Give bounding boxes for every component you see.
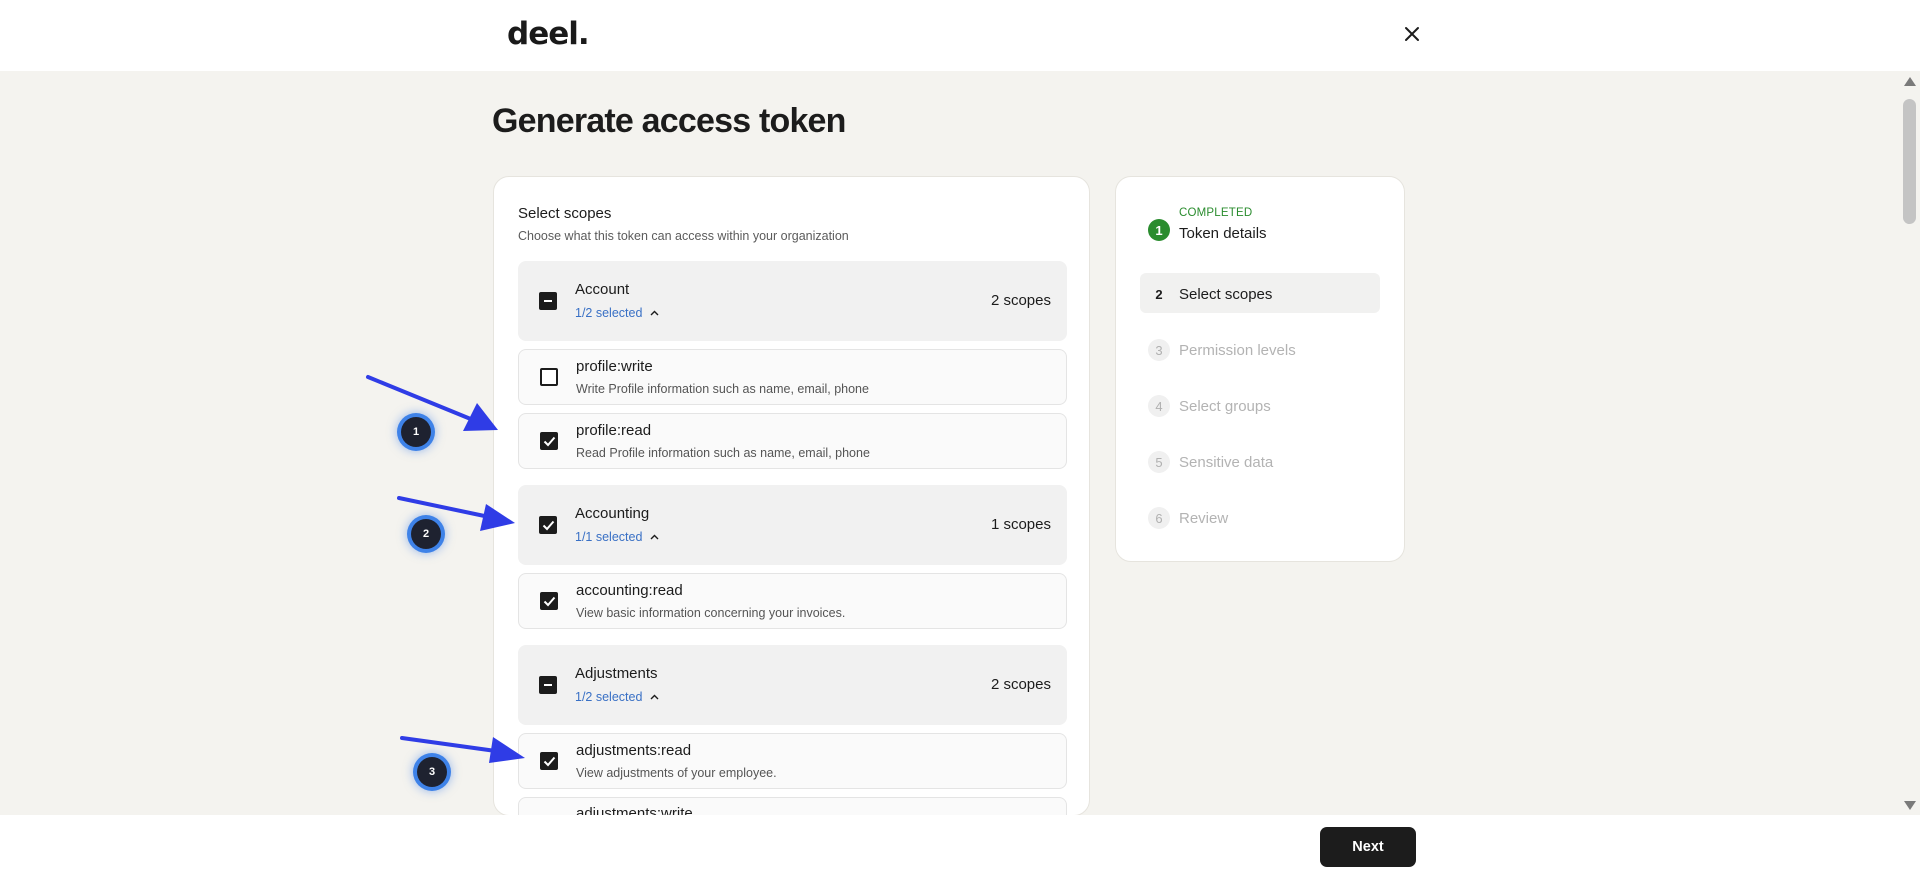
deel-logo[interactable]: deel. [507, 16, 590, 52]
step-number: 5 [1148, 451, 1170, 473]
annotation-badge-2: 2 [411, 519, 441, 549]
check-icon [543, 596, 555, 606]
step-permission-levels: 3 Permission levels [1140, 329, 1380, 369]
step-number: 2 [1155, 286, 1163, 302]
step-label: Token details [1179, 225, 1267, 242]
step-sensitive-data: 5 Sensitive data [1140, 441, 1380, 481]
group-checkbox[interactable] [539, 292, 557, 310]
scope-group-account[interactable]: Account 1/2 selected 2 scopes [518, 261, 1067, 341]
close-button[interactable] [1398, 20, 1426, 48]
group-scope-count: 2 scopes [990, 292, 1051, 309]
step-number: 1 [1148, 219, 1170, 241]
scope-description: View basic information concerning your i… [576, 606, 846, 620]
step-number: 3 [1148, 339, 1170, 361]
group-scope-count: 1 scopes [990, 516, 1051, 533]
group-name: Account [575, 281, 630, 298]
check-icon [542, 520, 554, 530]
scope-description: View adjustments of your employee. [576, 766, 777, 780]
scopes-card: Select scopes Choose what this token can… [493, 176, 1090, 816]
step-label: Sensitive data [1179, 454, 1274, 471]
step-status: COMPLETED [1179, 207, 1253, 219]
scope-description: Write Profile information such as name, … [576, 382, 869, 396]
page-title: Generate access token [492, 102, 846, 140]
step-label: Select groups [1179, 398, 1271, 415]
annotation-badge-3: 3 [417, 757, 447, 787]
steps-card: 1 COMPLETED Token details 2 Select scope… [1115, 176, 1405, 562]
page-scrollbar[interactable] [1899, 71, 1920, 815]
minus-icon [544, 684, 552, 686]
check-icon [543, 756, 555, 766]
group-selected-toggle[interactable]: 1/2 selected [575, 306, 659, 320]
step-number: 4 [1148, 395, 1170, 417]
scope-checkbox[interactable] [540, 592, 558, 610]
scope-group-accounting[interactable]: Accounting 1/1 selected 1 scopes [518, 485, 1067, 565]
step-label: Permission levels [1179, 342, 1296, 359]
annotation-arrow-1 [366, 375, 498, 431]
scope-name: adjustments:read [576, 742, 692, 759]
step-review: 6 Review [1140, 497, 1380, 537]
scroll-up-arrow-icon[interactable] [1904, 77, 1916, 86]
scopes-card-title: Select scopes [518, 205, 612, 222]
scope-item-adjustments-write[interactable]: adjustments:write [518, 797, 1067, 815]
scope-item-profile-read[interactable]: profile:read Read Profile information su… [518, 413, 1067, 469]
scroll-thumb[interactable] [1903, 99, 1916, 224]
group-name: Accounting [575, 505, 650, 522]
top-bar: deel. [0, 0, 1920, 71]
scope-name: profile:read [576, 422, 652, 439]
group-name: Adjustments [575, 665, 658, 682]
scope-item-adjustments-read[interactable]: adjustments:read View adjustments of you… [518, 733, 1067, 789]
step-token-details[interactable]: 1 COMPLETED Token details [1140, 207, 1380, 255]
step-select-groups: 4 Select groups [1140, 385, 1380, 425]
scope-checkbox[interactable] [540, 368, 558, 386]
next-button[interactable]: Next [1320, 827, 1416, 867]
chevron-up-icon [650, 534, 659, 540]
step-label: Select scopes [1179, 286, 1273, 303]
scope-description: Read Profile information such as name, e… [576, 446, 870, 460]
scope-name: accounting:read [576, 582, 683, 599]
annotation-badge-1: 1 [401, 417, 431, 447]
scope-item-accounting-read[interactable]: accounting:read View basic information c… [518, 573, 1067, 629]
minus-icon [544, 300, 552, 302]
step-number: 6 [1148, 507, 1170, 529]
chevron-up-icon [650, 310, 659, 316]
step-select-scopes[interactable]: 2 Select scopes [1140, 273, 1380, 313]
group-scope-count: 2 scopes [990, 676, 1051, 693]
chevron-up-icon [650, 694, 659, 700]
scroll-down-arrow-icon[interactable] [1904, 801, 1916, 810]
group-selected-toggle[interactable]: 1/1 selected [575, 530, 659, 544]
group-checkbox[interactable] [539, 516, 557, 534]
group-selected-count: 1/2 selected [575, 690, 643, 704]
scope-group-adjustments[interactable]: Adjustments 1/2 selected 2 scopes [518, 645, 1067, 725]
group-selected-count: 1/1 selected [575, 530, 643, 544]
check-icon [543, 436, 555, 446]
scope-item-profile-write[interactable]: profile:write Write Profile information … [518, 349, 1067, 405]
group-checkbox[interactable] [539, 676, 557, 694]
scopes-card-subtitle: Choose what this token can access within… [518, 229, 849, 243]
scope-name: profile:write [576, 358, 653, 375]
bottom-bar: Next [0, 815, 1920, 878]
group-selected-count: 1/2 selected [575, 306, 643, 320]
close-icon [1405, 27, 1419, 41]
scope-checkbox[interactable] [540, 752, 558, 770]
step-label: Review [1179, 510, 1229, 527]
scope-checkbox[interactable] [540, 432, 558, 450]
group-selected-toggle[interactable]: 1/2 selected [575, 690, 659, 704]
